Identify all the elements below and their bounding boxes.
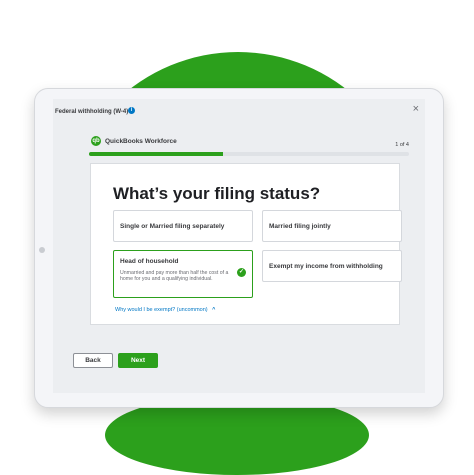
brand: qb QuickBooks Workforce (91, 136, 177, 146)
option-label: Married filing jointly (269, 223, 331, 230)
option-label: Head of household (120, 258, 179, 265)
next-button[interactable]: Next (118, 353, 158, 368)
window-title: Federal withholding (W-4) (55, 109, 129, 115)
option-head-of-household[interactable]: Head of household Unmarried and pay more… (113, 250, 253, 298)
chevron-up-icon: ^ (212, 307, 216, 313)
info-icon[interactable]: i (128, 107, 135, 114)
option-married-jointly[interactable]: Married filing jointly (262, 210, 402, 242)
brand-name: QuickBooks Workforce (105, 137, 177, 145)
option-label: Single or Married filing separately (120, 223, 225, 230)
page-title: What’s your filing status? (113, 184, 321, 203)
tablet-frame: Federal withholding (W-4) i × qb QuickBo… (34, 88, 444, 408)
progress-fill (89, 152, 224, 156)
help-link[interactable]: Why would I be exempt? (uncommon) ^ (115, 307, 215, 313)
option-single-or-married-separately[interactable]: Single or Married filing separately (113, 210, 253, 242)
quickbooks-logo-icon: qb (91, 136, 101, 146)
option-exempt[interactable]: Exempt my income from withholding (262, 250, 402, 282)
close-icon[interactable]: × (413, 103, 419, 115)
option-label: Exempt my income from withholding (269, 263, 383, 270)
question-card: What’s your filing status? Single or Mar… (90, 163, 402, 325)
checkmark-icon: ✓ (237, 268, 246, 277)
back-button[interactable]: Back (73, 353, 113, 368)
progress-bar (89, 152, 409, 156)
help-link-text: Why would I be exempt? (uncommon) (115, 307, 208, 313)
tablet-camera-dot (39, 247, 45, 253)
app-screen: Federal withholding (W-4) i × qb QuickBo… (53, 99, 425, 393)
option-description: Unmarried and pay more than half the cos… (120, 270, 229, 283)
step-counter: 1 of 4 (395, 142, 409, 148)
